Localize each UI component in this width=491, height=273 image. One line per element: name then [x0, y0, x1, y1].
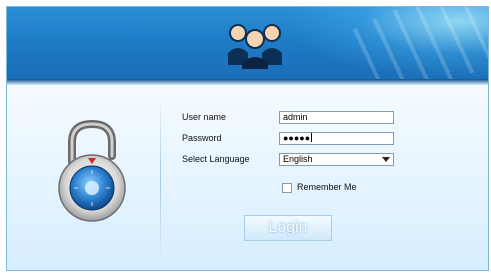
language-label: Select Language	[182, 154, 250, 164]
password-label: Password	[182, 133, 222, 143]
users-icon	[228, 24, 282, 69]
language-select[interactable]: English	[279, 153, 394, 166]
password-masked-text: ●●●●●	[283, 133, 311, 143]
padlock-icon	[58, 119, 126, 222]
text-caret	[311, 133, 313, 142]
login-button[interactable]: Login	[244, 215, 332, 241]
username-input[interactable]: admin	[279, 111, 394, 124]
chevron-down-icon[interactable]	[382, 157, 390, 162]
remember-me-checkbox[interactable]	[282, 183, 292, 193]
username-label: User name	[182, 112, 227, 122]
remember-me-label: Remember Me	[297, 182, 357, 192]
vertical-divider	[160, 94, 161, 264]
header-banner	[7, 7, 488, 119]
password-input[interactable]: ●●●●●	[279, 132, 394, 145]
language-selected-value: English	[283, 154, 313, 164]
